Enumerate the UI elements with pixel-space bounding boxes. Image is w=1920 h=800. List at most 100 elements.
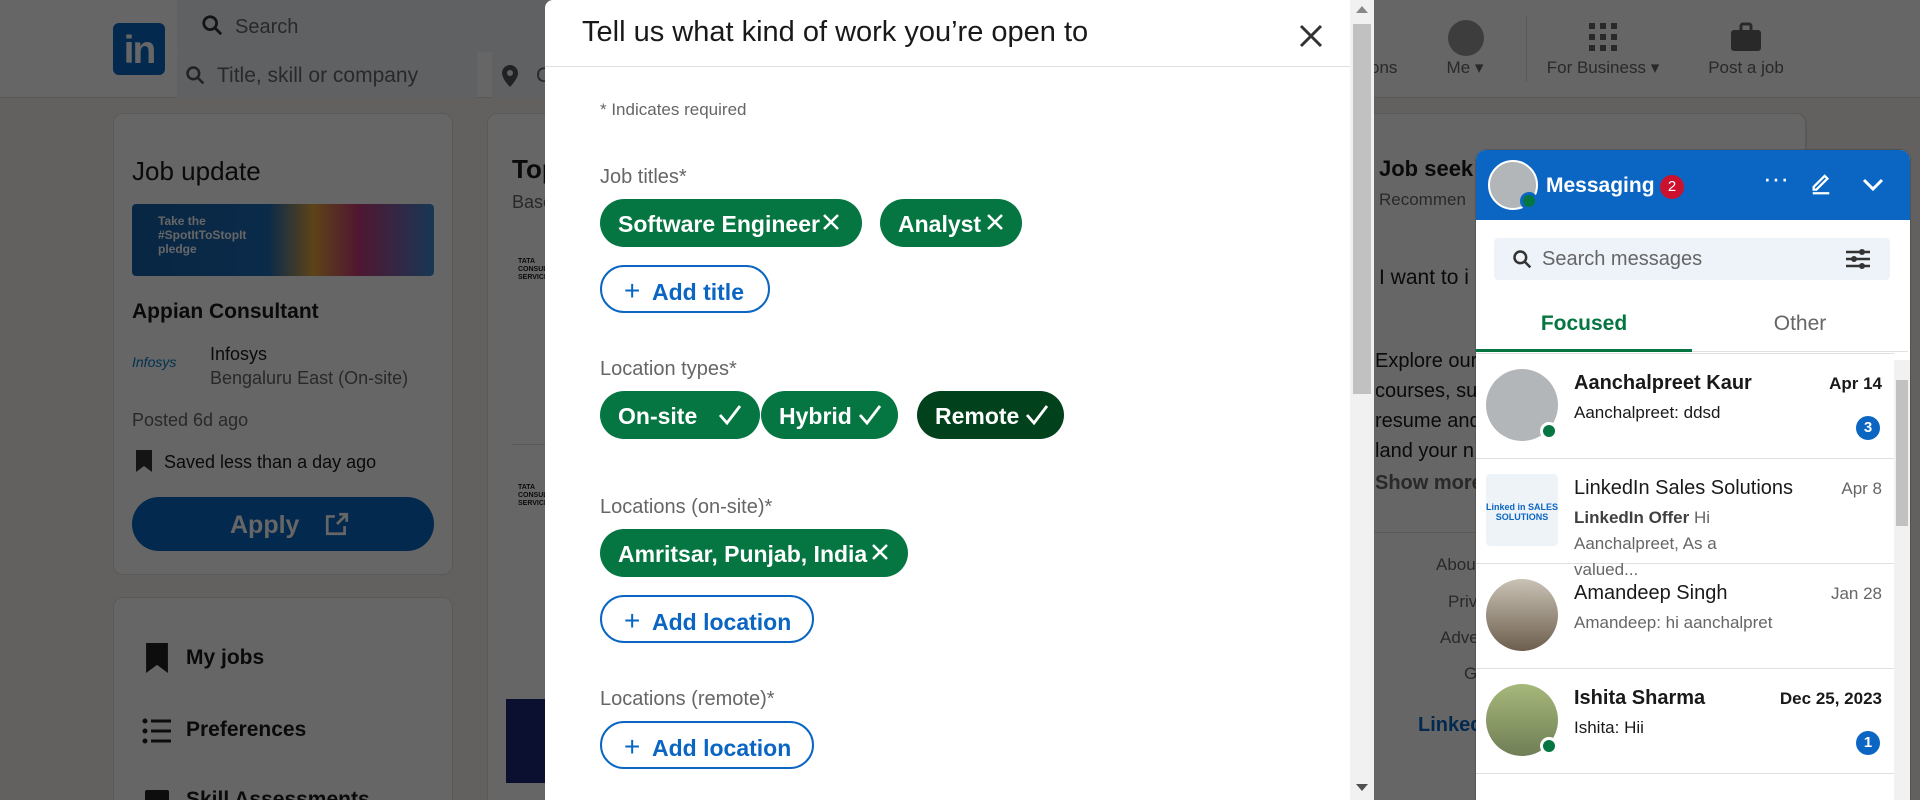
search-placeholder: Search (235, 16, 299, 38)
my-jobs-link[interactable]: My jobs (186, 646, 264, 670)
tab-other[interactable]: Other (1692, 300, 1908, 352)
external-link-icon (325, 512, 349, 536)
skill-assessments-link[interactable]: Skill Assessments (186, 788, 370, 800)
location-type-hybrid[interactable]: Hybrid (761, 391, 898, 439)
plus-icon: + (624, 275, 641, 306)
job-update-title: Job update (132, 156, 261, 186)
remove-icon[interactable] (985, 212, 1005, 232)
messaging-title: Messaging (1546, 174, 1655, 197)
scroll-up-icon[interactable] (1356, 6, 1368, 13)
conversation-item[interactable]: Ishita Sharma Dec 25, 2023 Ishita: Hii 1 (1476, 669, 1894, 774)
nav-me[interactable]: Me ▾ (1430, 0, 1500, 98)
conversation-name: Ishita Sharma (1574, 687, 1706, 709)
messaging-panel: Messaging 2 ··· Search messages Focused … (1476, 150, 1910, 800)
job-update-card: Job update Take the #SpotItToStopIt pled… (113, 113, 453, 575)
scroll-down-icon[interactable] (1356, 784, 1368, 791)
clipboard-icon (145, 790, 169, 800)
search-input[interactable]: Search (177, 0, 547, 52)
nav-notifications-label[interactable]: ons (1370, 58, 1397, 78)
conversation-date: Jan 28 (1830, 584, 1882, 603)
nav-for-business[interactable]: For Business ▾ (1538, 0, 1668, 98)
briefcase-icon (1731, 22, 1761, 51)
nav-post-job[interactable]: Post a job (1700, 0, 1792, 98)
remove-icon[interactable] (870, 542, 890, 562)
conversation-item[interactable]: Linked in SALES SOLUTIONS LinkedIn Sales… (1476, 459, 1894, 579)
scrollbar-thumb[interactable] (1896, 380, 1908, 526)
add-title-button[interactable]: + Add title (600, 265, 770, 313)
footer-link-advertising[interactable]: Adve (1440, 628, 1479, 648)
jobs-sidebar: My jobs Preferences Skill Assessments (113, 597, 453, 800)
online-status-icon (1540, 422, 1558, 440)
nav-post-job-label: Post a job (1708, 58, 1784, 77)
plus-icon: + (624, 605, 641, 636)
job-title-pill[interactable]: Analyst (880, 199, 1022, 247)
nav-business-label: For Business (1546, 58, 1646, 77)
nav-divider (1526, 16, 1527, 82)
conversation-name: Aanchalpreet Kaur (1574, 372, 1752, 394)
location-type-remote[interactable]: Remote (917, 391, 1064, 439)
tab-focused[interactable]: Focused (1476, 300, 1692, 352)
chevron-down-icon: ▾ (1650, 58, 1660, 77)
remote-locations-label: Locations (remote)* (600, 688, 775, 710)
chevron-down-icon[interactable] (1862, 178, 1884, 192)
title-search-placeholder: Title, skill or company (217, 64, 419, 87)
more-options-icon[interactable]: ··· (1763, 165, 1789, 191)
conversation-item[interactable]: Aanchalpreet Kaur Apr 14 Aanchalpreet: d… (1476, 354, 1894, 459)
preferences-link[interactable]: Preferences (186, 718, 306, 742)
job-location: Bengaluru East (On-site) (210, 368, 409, 388)
conversation-date: Apr 8 (1841, 479, 1882, 498)
job-seeker-heading: Job seek (1379, 156, 1474, 181)
preview-sender: LinkedIn Offer (1574, 508, 1690, 527)
filter-icon[interactable] (1846, 248, 1870, 270)
check-icon (858, 405, 882, 426)
modal-scrollbar-thumb[interactable] (1353, 24, 1371, 394)
pill-label: Analyst (898, 211, 982, 237)
linkedin-footer-logo: Linked (1418, 714, 1483, 736)
job-title[interactable]: Appian Consultant (132, 300, 319, 324)
apply-label: Apply (230, 511, 300, 539)
remove-icon[interactable] (821, 212, 841, 232)
unread-count-badge: 1 (1856, 731, 1880, 755)
show-more-link[interactable]: Show more (1375, 472, 1483, 495)
check-icon (718, 405, 742, 426)
add-remote-location-button[interactable]: + Add location (600, 721, 814, 769)
close-icon[interactable] (1293, 18, 1329, 54)
conversation-item[interactable]: Amandeep Singh Jan 28 Amandeep: hi aanch… (1476, 564, 1894, 669)
pill-label: On-site (618, 403, 698, 429)
job-titles-label: Job titles* (600, 166, 687, 188)
explore-text: Explore our courses, su resume and land … (1375, 350, 1481, 462)
job-seeker-sub: Recommen (1379, 190, 1466, 209)
unread-badge: 2 (1660, 175, 1684, 199)
search-icon (1513, 250, 1532, 269)
apply-button[interactable]: Apply (132, 497, 434, 551)
conversation-name: LinkedIn Sales Solutions (1574, 477, 1794, 499)
chevron-down-icon: ▾ (1474, 58, 1484, 77)
search-icon (186, 66, 205, 85)
location-types-label: Location types* (600, 358, 737, 380)
list-icon (142, 718, 171, 744)
message-search-input[interactable]: Search messages (1494, 238, 1890, 280)
add-title-label: Add title (652, 279, 744, 305)
required-note: * Indicates required (600, 100, 747, 119)
footer-link-privacy[interactable]: Priv (1448, 592, 1477, 612)
footer-link-about[interactable]: About (1436, 555, 1480, 575)
onsite-location-pill[interactable]: Amritsar, Punjab, India (600, 529, 908, 577)
linkedin-logo-icon[interactable]: in (113, 23, 165, 75)
nav-me-label: Me (1446, 58, 1471, 77)
pledge-banner[interactable]: Take the #SpotItToStopIt pledge (132, 204, 434, 276)
compose-icon[interactable] (1810, 174, 1832, 196)
company-logo: Infosys (132, 354, 177, 370)
conversation-preview: Ishita: Hii (1574, 718, 1644, 737)
modal-divider (545, 66, 1350, 67)
grid-icon (1589, 23, 1617, 51)
job-title-pill[interactable]: Software Engineer (600, 199, 862, 247)
avatar (1486, 579, 1558, 651)
conversation-date: Apr 14 (1829, 374, 1882, 393)
messaging-header[interactable]: Messaging 2 ··· (1476, 150, 1910, 220)
location-search-input[interactable]: C (492, 52, 552, 98)
add-onsite-location-button[interactable]: + Add location (600, 595, 814, 643)
title-search-input[interactable]: Title, skill or company (177, 52, 477, 98)
open-to-work-modal: Tell us what kind of work you’re open to… (545, 0, 1374, 800)
location-type-onsite[interactable]: On-site (600, 391, 760, 439)
bookmark-icon (136, 450, 152, 472)
